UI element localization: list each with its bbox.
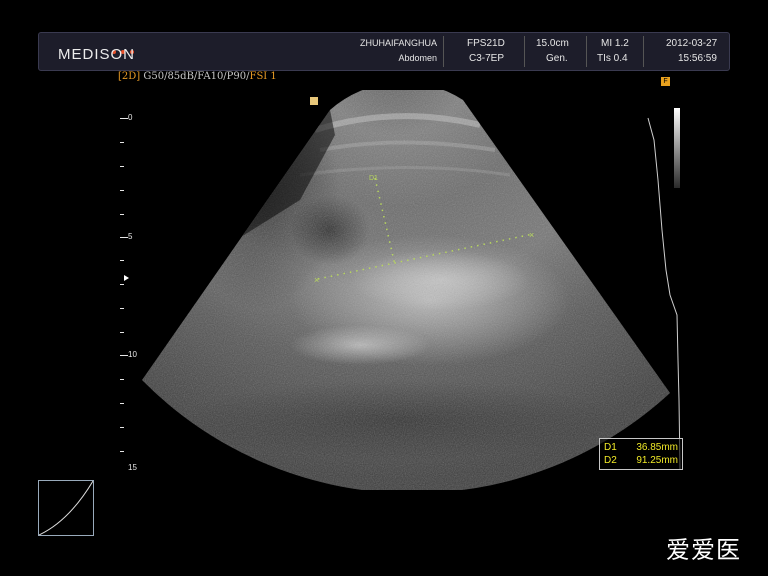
depth-label-15: 15 <box>128 463 137 472</box>
gray-bar <box>674 108 680 188</box>
watermark: 爱爱医 <box>666 536 741 564</box>
caliper-d2-start-icon: × <box>314 275 319 285</box>
measurement-row-d2: D2 91.25mm <box>604 455 678 466</box>
depth-scale: 0 5 10 15 <box>0 0 150 480</box>
measurement-label: D2 <box>604 455 617 466</box>
measurement-results: D1 36.85mm D2 91.25mm <box>599 438 683 470</box>
focus-marker[interactable]: F <box>661 77 670 86</box>
caliper-d1-tag: D1 <box>369 175 378 182</box>
measurement-value: 36.85mm <box>636 442 678 453</box>
depth-label-5: 5 <box>128 232 133 241</box>
caliper-d2-end-icon: × <box>529 230 534 240</box>
measurement-value: 91.25mm <box>636 455 678 466</box>
measurement-row-d1: D1 36.85mm <box>604 442 678 453</box>
focus-position-icon <box>124 275 129 281</box>
gray-map-curve <box>38 480 94 536</box>
tgc-curve[interactable] <box>640 100 690 480</box>
measurement-label: D1 <box>604 442 617 453</box>
orientation-marker <box>310 97 318 105</box>
depth-label-0: 0 <box>128 113 133 122</box>
depth-label-10: 10 <box>128 350 137 359</box>
